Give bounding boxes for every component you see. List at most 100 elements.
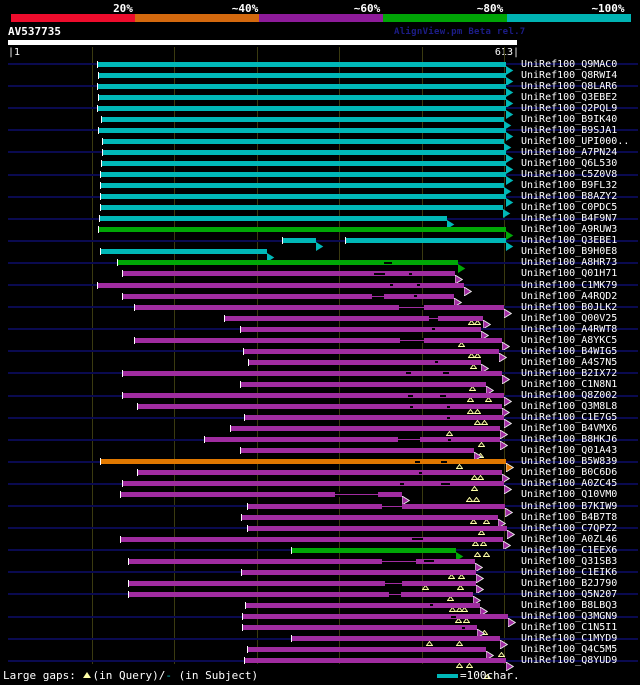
row-label[interactable]: UniRef100_B2J790	[521, 578, 617, 589]
bar-start-tick	[248, 358, 249, 366]
gap-dash	[410, 405, 413, 408]
row-label[interactable]: UniRef100_C1N8N1	[521, 379, 617, 390]
row-label[interactable]: UniRef100_C7QPZ2	[521, 523, 617, 534]
gap-dash	[424, 560, 434, 563]
row-label[interactable]: UniRef100_Q3EBE2	[521, 92, 617, 103]
gap-dash	[406, 372, 411, 375]
row-label[interactable]: UniRef100_B0C6D6	[521, 467, 617, 478]
subject-gap-line	[382, 560, 416, 562]
row-label[interactable]: UniRef100_Q8Z002	[521, 390, 617, 401]
row-label[interactable]: UniRef100_B9H0E8	[521, 246, 617, 257]
row-label[interactable]: UniRef100_B4VMX6	[521, 423, 617, 434]
alignment-bar	[240, 448, 474, 454]
bar-start-tick	[128, 557, 129, 565]
row-label[interactable]: UniRef100_C1N5I1	[521, 622, 617, 633]
row-label[interactable]: UniRef100_B2IX72	[521, 368, 617, 379]
bar-start-tick	[134, 336, 135, 344]
row-label[interactable]: UniRef100_Q00V25	[521, 313, 617, 324]
gap-dash	[462, 626, 465, 629]
row-label[interactable]: UniRef100_Q31SB3	[521, 556, 617, 567]
row-label[interactable]: UniRef100_Q8YUD9	[521, 655, 617, 666]
row-label[interactable]: UniRef100_B9SJA1	[521, 125, 617, 136]
scalebar-icon	[437, 674, 458, 678]
row-label[interactable]: UniRef100_B4B7T8	[521, 512, 617, 523]
bar-arrowhead-icon	[503, 479, 513, 498]
alignment-bar	[120, 536, 503, 542]
row-label[interactable]: UniRef100_Q9MAC0	[521, 59, 617, 70]
row-label[interactable]: UniRef100_C1EIK6	[521, 567, 617, 578]
row-label[interactable]: UniRef100_B8LBQ3	[521, 600, 617, 611]
row-label[interactable]: UniRef100_C5Z0V8	[521, 169, 617, 180]
row-label[interactable]: UniRef100_B5W839	[521, 456, 617, 467]
gap-dash	[417, 284, 420, 286]
bar-start-tick	[122, 270, 123, 278]
row-label[interactable]: UniRef100_UPI000..	[521, 136, 629, 147]
row-label[interactable]: UniRef100_A7PN24	[521, 147, 617, 158]
row-label[interactable]: UniRef100_A4RWT8	[521, 324, 617, 335]
row-label[interactable]: UniRef100_Q3EBE1	[521, 235, 617, 246]
bar-start-tick	[242, 613, 243, 620]
row-label[interactable]: UniRef100_Q3MGN9	[521, 611, 617, 622]
row-label[interactable]: UniRef100_Q01A43	[521, 445, 617, 456]
scalebar-label: =100char.	[460, 669, 520, 682]
row-label[interactable]: UniRef100_B9FL32	[521, 180, 617, 191]
row-label[interactable]: UniRef100_B7KIW9	[521, 501, 617, 512]
bar-start-tick	[137, 403, 138, 411]
alignment-bar	[98, 72, 506, 78]
alignment-bar	[134, 304, 504, 310]
bar-arrowhead-icon	[503, 303, 513, 322]
row-label[interactable]: UniRef100_Q6L530	[521, 158, 617, 169]
alignment-bar	[97, 282, 464, 288]
gap-legend-label: Large gaps:	[3, 669, 83, 682]
row-label[interactable]: UniRef100_Q2PQL9	[521, 103, 617, 114]
row-label[interactable]: UniRef100_Q01H71	[521, 268, 617, 279]
row-label[interactable]: UniRef100_Q4C5M5	[521, 644, 617, 655]
row-label[interactable]: UniRef100_C1EEX6	[521, 545, 617, 556]
bar-start-tick	[98, 226, 99, 234]
colorbar-segment-purple	[259, 14, 383, 22]
bar-start-tick	[230, 425, 231, 433]
row-label[interactable]: UniRef100_A0ZC45	[521, 478, 617, 489]
bar-start-tick	[97, 281, 98, 289]
gap-dash	[435, 361, 438, 364]
row-label[interactable]: UniRef100_A8YKC5	[521, 335, 617, 346]
gap-dash	[441, 482, 450, 485]
bar-start-tick	[100, 248, 101, 256]
alignment-bar	[97, 105, 506, 111]
row-label[interactable]: UniRef100_B8HKJ6	[521, 434, 617, 445]
row-label[interactable]: UniRef100_C1MYD9	[521, 633, 617, 644]
gap-query-text: (in Query)/	[92, 669, 166, 682]
row-label[interactable]: UniRef100_A0ZL46	[521, 534, 617, 545]
row-label[interactable]: UniRef100_Q5N207	[521, 589, 617, 600]
bar-start-tick	[100, 204, 101, 212]
row-label[interactable]: UniRef100_Q8LAR6	[521, 81, 617, 92]
row-label[interactable]: UniRef100_A9RUW3	[521, 224, 617, 235]
bar-arrowhead-icon	[507, 612, 517, 631]
alignment-bar	[247, 525, 507, 531]
row-label[interactable]: UniRef100_C0PDC5	[521, 202, 617, 213]
bar-start-tick	[100, 458, 101, 466]
row-label[interactable]: UniRef100_B9IK40	[521, 114, 617, 125]
row-label[interactable]: UniRef100_B4F9N7	[521, 213, 617, 224]
row-label[interactable]: UniRef100_C1MK79	[521, 280, 617, 291]
row-label[interactable]: UniRef100_A4RQD2	[521, 291, 617, 302]
row-label[interactable]: UniRef100_B0JLK2	[521, 302, 617, 313]
row-label[interactable]: UniRef100_C1E7G5	[521, 412, 617, 423]
bar-start-tick	[122, 392, 123, 399]
bar-start-tick	[100, 171, 101, 178]
subject-gap-line	[372, 295, 384, 297]
bar-start-tick	[247, 646, 248, 654]
row-label[interactable]: UniRef100_A8HR73	[521, 257, 617, 268]
row-label[interactable]: UniRef100_B8AZY2	[521, 191, 617, 202]
bar-start-tick	[247, 524, 248, 532]
row-label[interactable]: UniRef100_Q10VM0	[521, 489, 617, 500]
bar-start-tick	[101, 159, 102, 167]
row-label[interactable]: UniRef100_A4S7N5	[521, 357, 617, 368]
row-label[interactable]: UniRef100_Q8RWI4	[521, 70, 617, 81]
alignment-bar	[100, 249, 267, 255]
subject-gap-line	[335, 494, 378, 496]
gap-legend: Large gaps: (in Query)/- (in Subject)	[3, 669, 258, 682]
row-label[interactable]: UniRef100_Q3M8L8	[521, 401, 617, 412]
row-label[interactable]: UniRef100_B4WIG5	[521, 346, 617, 357]
alignment-bar	[128, 558, 475, 564]
